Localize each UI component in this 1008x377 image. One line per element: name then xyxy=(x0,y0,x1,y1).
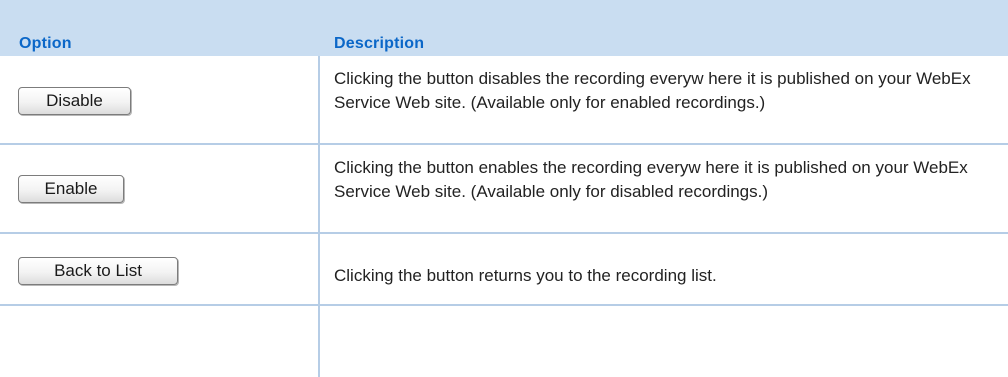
column-divider xyxy=(318,56,320,377)
enable-description: Clicking the button enables the recordin… xyxy=(334,158,968,201)
row-separator xyxy=(0,232,1008,234)
back-to-list-button[interactable]: Back to List xyxy=(18,257,178,285)
row-separator xyxy=(0,304,1008,306)
column-header-option: Option xyxy=(19,35,72,52)
back-to-list-description: Clicking the button returns you to the r… xyxy=(334,266,717,285)
column-header-description: Description xyxy=(334,35,425,52)
enable-button[interactable]: Enable xyxy=(18,175,124,203)
disable-description: Clicking the button disables the recordi… xyxy=(334,69,971,112)
row-separator xyxy=(0,143,1008,145)
table-header xyxy=(0,0,1008,56)
disable-button[interactable]: Disable xyxy=(18,87,131,115)
